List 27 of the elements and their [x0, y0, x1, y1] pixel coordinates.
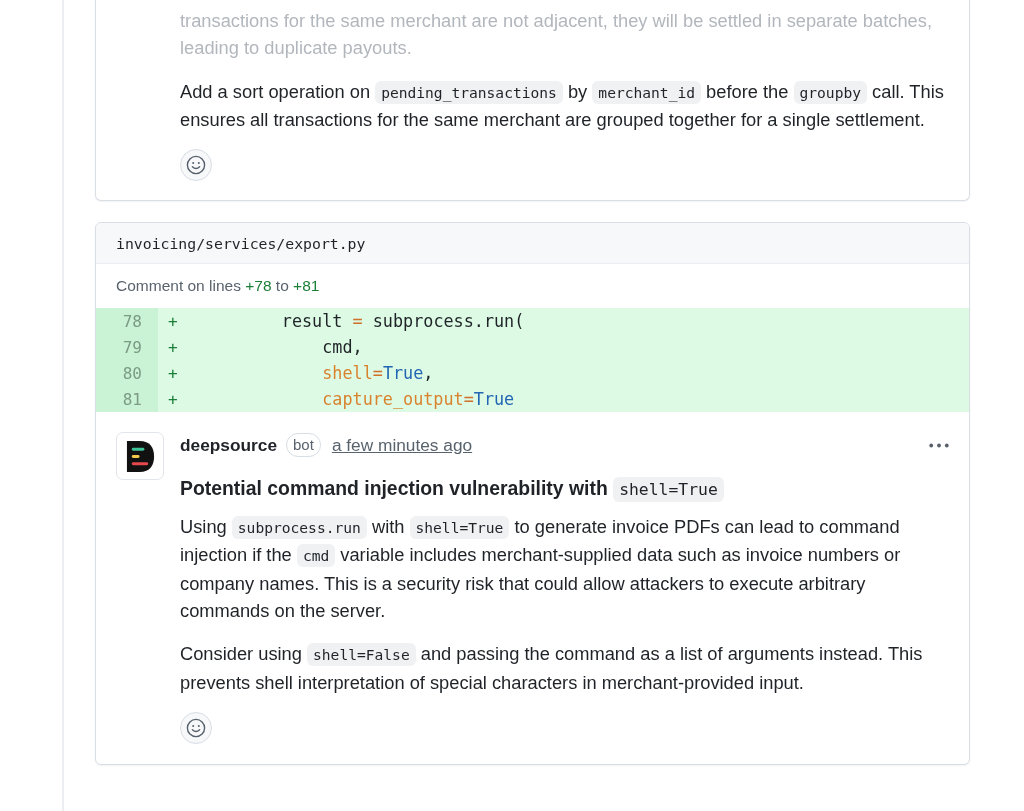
avatar-logo-icon — [116, 432, 164, 481]
line-number: 78 — [96, 308, 158, 335]
file-path: invoicing/services/export.py — [116, 234, 366, 252]
line-number: 81 — [96, 386, 158, 413]
diff-sign: + — [168, 337, 178, 357]
code-text: shell=True, — [322, 363, 434, 384]
author-name[interactable]: deepsource — [180, 434, 277, 456]
diff-sign: + — [168, 363, 178, 383]
comment-paragraph: Using subprocess.run with shell=True to generate invoice PDFs can lead to command injection if the cmd variable includes merchant-supplied data such as invoice numbers or company names. This is a security risk that could allow attackers to execute arbitrary commands on the server. — [180, 515, 902, 624]
comment-paragraph: Consider using shell=False and passing the command as a list of arguments instead. This prevents shell interpretation of special characters in merchant-provided input. — [180, 642, 924, 695]
add-reaction-button[interactable] — [180, 711, 212, 744]
code-text: result = subprocess.run( — [281, 311, 525, 332]
diff-sign: + — [168, 389, 178, 409]
comment-title: Potential command injection vulnerability with shell=True — [180, 474, 949, 505]
comment-paragraph: Add a sort operation on pending_transactions by merchant_id before the groupby call. This ensures all transactions for the same merchant are grouped together for a single settlement. — [180, 79, 945, 132]
timestamp-link[interactable]: a few minutes ago — [331, 434, 473, 456]
code-text: capture_output=True — [322, 389, 515, 410]
line-number: 80 — [96, 360, 158, 387]
diff-sign: + — [168, 311, 178, 331]
smiley-icon — [186, 717, 206, 738]
comment-range-label: Comment on lines +78 to +81 — [116, 277, 320, 296]
code-text: cmd, — [322, 337, 363, 358]
smiley-icon — [186, 155, 206, 176]
kebab-menu-icon — [929, 442, 949, 448]
comment-paragraph: transactions for the same merchant are not adjacent, they will be settled in separate batches, leading to duplicate payouts. — [180, 9, 933, 61]
add-reaction-button[interactable] — [180, 149, 212, 182]
line-number: 79 — [96, 334, 158, 361]
